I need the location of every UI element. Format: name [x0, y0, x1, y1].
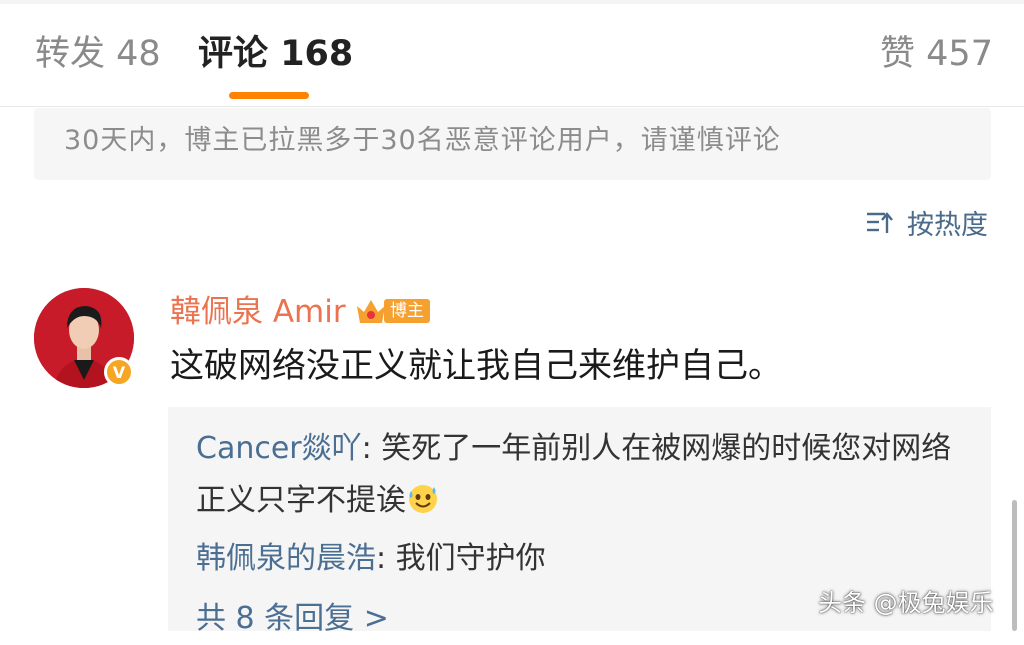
reply-username[interactable]: 韩佩泉的晨浩 — [196, 541, 376, 576]
comment-tabs: 转发 48 评论 168 赞 457 — [0, 0, 1024, 107]
more-replies-link[interactable]: 共 8 条回复 > — [196, 593, 389, 645]
reply-colon: : — [376, 541, 396, 576]
tab-comment[interactable]: 评论 168 — [198, 32, 353, 76]
crown-icon — [357, 300, 385, 323]
reply-colon: : — [361, 431, 382, 466]
verified-badge-icon: V — [104, 357, 134, 387]
tab-repost-label: 转发 — [35, 34, 106, 74]
tab-comment-count: 168 — [280, 34, 354, 74]
reply-item[interactable]: 韩佩泉的晨浩: 我们守护你 — [196, 533, 546, 585]
scrollbar[interactable] — [1012, 500, 1017, 631]
comment-notice-banner: 30天内，博主已拉黑多于30名恶意评论用户，请谨慎评论 — [34, 108, 991, 180]
notice-text: 30天内，博主已拉黑多于30名恶意评论用户，请谨慎评论 — [64, 125, 781, 156]
sort-label: 按热度 — [907, 209, 988, 241]
sweat-smile-emoji-icon — [409, 485, 437, 513]
sort-by-hot-button[interactable]: 按热度 — [865, 202, 988, 242]
tab-like[interactable]: 赞 457 — [880, 32, 993, 76]
sort-icon — [867, 212, 893, 233]
active-tab-indicator — [229, 92, 309, 99]
watermark: 头条 @极兔娱乐 — [818, 589, 994, 617]
comment-text: 这破网络没正义就让我自己来维护自己。 — [170, 346, 782, 386]
blogger-badge: 博主 — [354, 295, 430, 327]
tab-like-count: 457 — [926, 34, 993, 74]
reply-item[interactable]: Cancer燚吖: 笑死了一年前别人在被网爆的时候您对网络正义只字不提诶 — [196, 423, 966, 527]
tab-repost[interactable]: 转发 48 — [35, 32, 161, 76]
comment-username[interactable]: 韓佩泉 Amir — [170, 292, 346, 332]
tab-comment-label: 评论 — [198, 34, 269, 74]
tab-repost-count: 48 — [116, 34, 161, 74]
blogger-tag: 博主 — [384, 299, 430, 323]
tab-like-label: 赞 — [880, 34, 916, 74]
reply-username[interactable]: Cancer燚吖 — [196, 431, 362, 466]
reply-text: 我们守护你 — [395, 541, 546, 576]
